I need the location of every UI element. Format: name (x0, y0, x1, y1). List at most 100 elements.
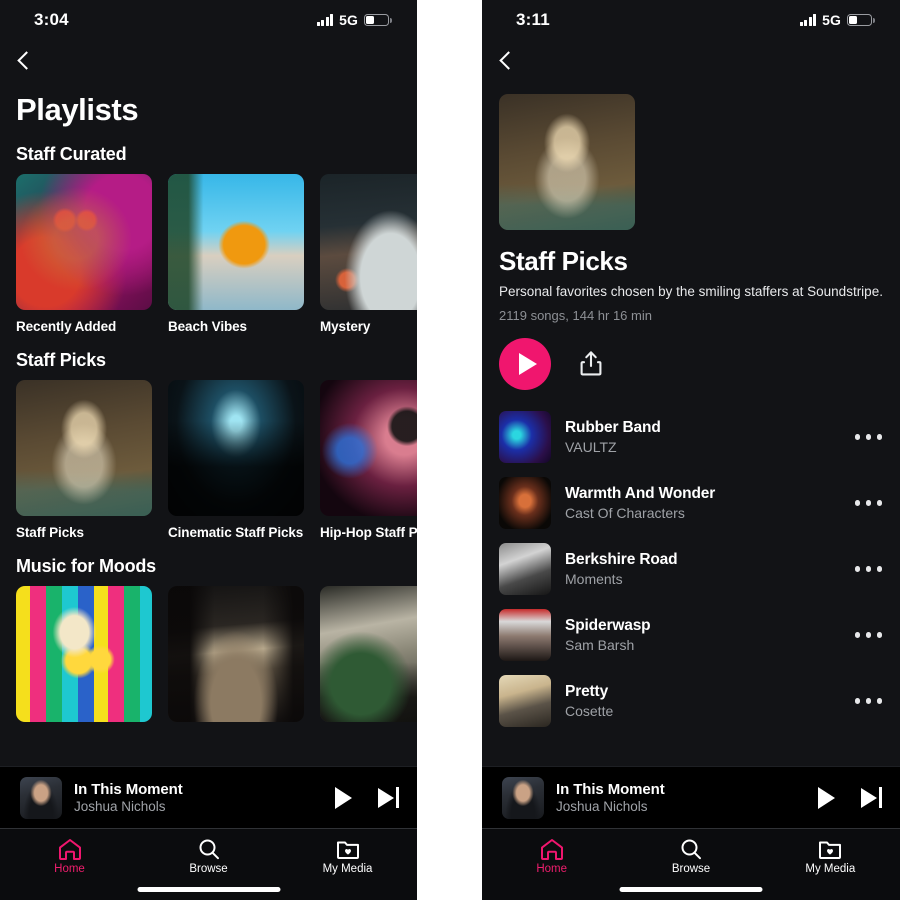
play-button[interactable] (499, 337, 551, 390)
playlist-card[interactable]: Beach Vibes (168, 174, 304, 334)
battery-icon (364, 13, 392, 27)
playlist-artwork (320, 174, 417, 310)
track-row[interactable]: Rubber Band VAULTZ (482, 404, 900, 470)
now-playing-title: In This Moment (74, 781, 183, 798)
track-more-icon[interactable] (854, 632, 882, 638)
play-icon[interactable] (817, 786, 835, 809)
track-artwork (499, 542, 551, 595)
back-button[interactable] (0, 40, 417, 82)
playlist-card[interactable] (16, 586, 152, 722)
search-icon (197, 838, 221, 860)
now-playing-artist: Joshua Nichols (74, 799, 166, 814)
status-bar: 3:11 5G (482, 0, 900, 40)
playlist-actions (482, 323, 900, 390)
battery-icon (847, 13, 875, 27)
track-artist: Cast Of Characters (565, 504, 685, 521)
folder-heart-icon (336, 838, 360, 860)
track-meta: Rubber Band VAULTZ (565, 419, 841, 455)
playlist-card[interactable]: Staff Picks (16, 380, 152, 540)
home-indicator (619, 887, 763, 892)
track-more-icon[interactable] (854, 566, 882, 572)
track-row[interactable]: Pretty Cosette (482, 668, 900, 734)
share-button[interactable] (578, 349, 604, 379)
playlist-title: Staff Picks (499, 246, 628, 276)
cellular-signal-icon (316, 14, 334, 26)
back-button[interactable] (482, 40, 900, 82)
mini-player[interactable]: In This Moment Joshua Nichols (482, 766, 900, 828)
tab-my-media[interactable]: My Media (278, 838, 417, 875)
network-type-label: 5G (339, 12, 358, 28)
page-title: Playlists (16, 92, 139, 127)
playlist-artwork (16, 380, 152, 516)
back-chevron-icon (499, 50, 512, 72)
tab-home[interactable]: Home (482, 838, 621, 875)
playlist-card[interactable]: Recently Added (16, 174, 152, 334)
tab-browse[interactable]: Browse (621, 838, 760, 875)
playlist-card[interactable] (320, 586, 417, 722)
carousel-staff-picks[interactable]: Staff Picks Cinematic Staff Picks Hip-Ho… (0, 380, 417, 540)
tab-home[interactable]: Home (0, 838, 139, 875)
playlist-card-label: Cinematic Staff Picks (168, 525, 304, 540)
track-row[interactable]: Spiderwasp Sam Barsh (482, 602, 900, 668)
tab-browse[interactable]: Browse (139, 838, 278, 875)
tab-label: Home (54, 863, 85, 875)
track-more-icon[interactable] (854, 500, 882, 506)
playlist-card[interactable] (168, 586, 304, 722)
home-icon (58, 838, 82, 860)
folder-heart-icon (818, 838, 842, 860)
play-icon[interactable] (334, 786, 352, 809)
divider-gap (417, 0, 482, 900)
track-name: Pretty (565, 682, 609, 700)
bottom-tab-bar: Home Browse My Media (0, 828, 417, 900)
playlist-card-label: Staff Picks (16, 525, 84, 540)
back-chevron-icon (17, 50, 30, 72)
track-name: Warmth And Wonder (565, 484, 716, 502)
track-artwork (499, 410, 551, 463)
playlist-card-label: Beach Vibes (168, 319, 247, 334)
status-time: 3:04 (34, 10, 69, 29)
status-bar: 3:04 5G (0, 0, 417, 40)
track-more-icon[interactable] (854, 698, 882, 704)
phone-screen-playlists: 3:04 5G Playlists Staff Curated Recently… (0, 0, 417, 900)
track-row[interactable]: Berkshire Road Moments (482, 536, 900, 602)
playlist-card[interactable]: Mystery (320, 174, 417, 334)
track-meta: Spiderwasp Sam Barsh (565, 617, 841, 653)
track-more-icon[interactable] (854, 434, 882, 440)
tab-my-media[interactable]: My Media (761, 838, 900, 875)
player-controls (817, 786, 882, 809)
status-time: 3:11 (516, 10, 550, 29)
now-playing-artwork (20, 776, 62, 819)
track-meta: Berkshire Road Moments (565, 551, 841, 587)
track-meta: Warmth And Wonder Cast Of Characters (565, 485, 841, 521)
track-artwork (499, 608, 551, 661)
share-icon (580, 351, 602, 376)
track-name: Berkshire Road (565, 550, 678, 568)
play-icon (518, 352, 537, 375)
playlist-artwork (168, 586, 304, 722)
bottom-tab-bar: Home Browse My Media (482, 828, 900, 900)
track-row[interactable]: Warmth And Wonder Cast Of Characters (482, 470, 900, 536)
mini-player[interactable]: In This Moment Joshua Nichols (0, 766, 417, 828)
track-artist: Moments (565, 570, 623, 587)
track-artwork (499, 476, 551, 529)
playlist-artwork (320, 380, 417, 516)
section-title-staff-curated: Staff Curated (16, 144, 127, 164)
two-phone-screenshot-stage: 3:04 5G Playlists Staff Curated Recently… (0, 0, 900, 900)
carousel-staff-curated[interactable]: Recently Added Beach Vibes Mystery (0, 174, 417, 334)
network-type-label: 5G (822, 12, 841, 28)
tab-label: My Media (805, 863, 856, 875)
track-artist: VAULTZ (565, 438, 617, 455)
playlist-card-label: Mystery (320, 319, 371, 334)
next-track-icon[interactable] (377, 787, 399, 808)
carousel-music-for-moods[interactable] (0, 586, 417, 722)
playlist-artwork (16, 174, 152, 310)
playlist-card[interactable]: Cinematic Staff Picks (168, 380, 304, 540)
next-track-icon[interactable] (860, 787, 882, 808)
scroll-fade-overlay (482, 740, 900, 766)
track-meta: Pretty Cosette (565, 683, 841, 719)
playlist-card[interactable]: Hip-Hop Staff Picks (320, 380, 417, 540)
now-playing-meta: In This Moment Joshua Nichols (556, 781, 806, 814)
tab-label: Home (536, 863, 567, 875)
track-artwork (499, 674, 551, 727)
playlist-artwork (320, 586, 417, 722)
